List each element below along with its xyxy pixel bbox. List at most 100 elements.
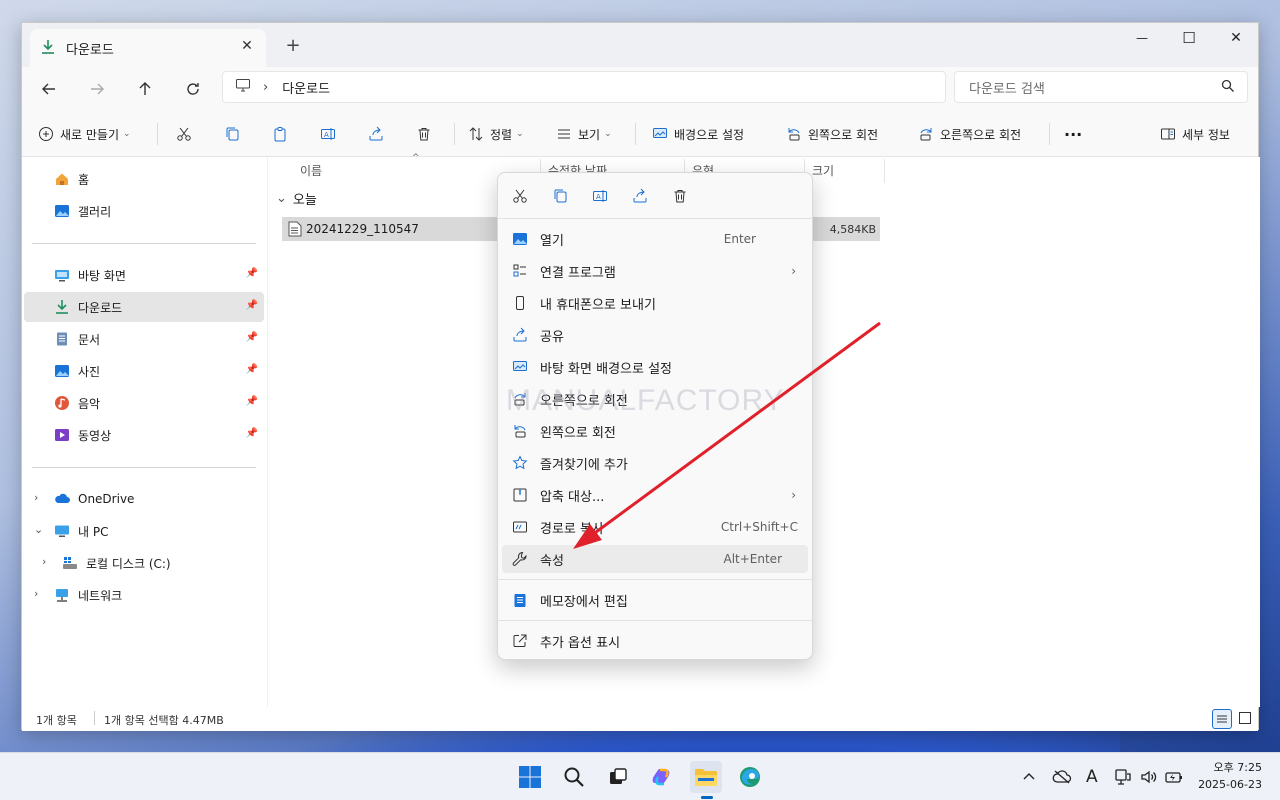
file-explorer-taskbar-button[interactable] bbox=[690, 761, 722, 799]
pin-icon[interactable]: 📌 bbox=[246, 428, 258, 439]
pin-icon[interactable]: 📌 bbox=[246, 300, 258, 311]
sidebar-item-documents[interactable]: 문서 📌 bbox=[24, 324, 264, 354]
menu-item-show-more-options[interactable]: 추가 옵션 표시 bbox=[502, 627, 808, 655]
sidebar-item-network[interactable]: › 네트워크 bbox=[24, 580, 264, 610]
menu-item-compress-to[interactable]: 압축 대상... › bbox=[502, 481, 808, 509]
rename-button[interactable]: A bbox=[588, 185, 612, 207]
back-arrow-icon bbox=[42, 83, 55, 95]
rename-button[interactable]: A bbox=[320, 119, 336, 149]
volume-tray-icon[interactable] bbox=[1140, 767, 1158, 787]
edge-button[interactable] bbox=[734, 761, 766, 793]
speaker-icon bbox=[1141, 770, 1157, 784]
menu-item-properties[interactable]: 속성 Alt+Enter bbox=[502, 545, 808, 573]
chevron-right-icon[interactable]: › bbox=[34, 491, 38, 504]
trash-icon bbox=[418, 128, 430, 141]
new-button-label: 새로 만들기 bbox=[60, 127, 120, 142]
battery-tray-icon[interactable] bbox=[1164, 767, 1184, 787]
share-button[interactable] bbox=[628, 185, 652, 207]
minimize-button[interactable]: — bbox=[1119, 23, 1165, 53]
copy-button[interactable] bbox=[548, 185, 572, 207]
more-options-button[interactable]: ··· bbox=[1064, 119, 1082, 149]
forward-button[interactable] bbox=[80, 75, 114, 103]
menu-item-share[interactable]: 공유 bbox=[502, 321, 808, 349]
delete-button[interactable] bbox=[668, 185, 692, 207]
new-tab-button[interactable]: + bbox=[282, 35, 304, 57]
external-link-icon bbox=[512, 633, 528, 649]
column-header-size[interactable]: 크기 bbox=[804, 157, 884, 183]
cut-button[interactable] bbox=[176, 119, 192, 149]
rename-icon: A bbox=[321, 128, 335, 140]
up-button[interactable] bbox=[128, 75, 162, 103]
start-button[interactable] bbox=[514, 761, 546, 793]
pin-icon[interactable]: 📌 bbox=[246, 332, 258, 343]
svg-text:A: A bbox=[324, 131, 329, 139]
sidebar-item-home[interactable]: 홈 bbox=[24, 164, 264, 194]
back-button[interactable] bbox=[32, 75, 66, 103]
delete-button[interactable] bbox=[416, 119, 432, 149]
chevron-right-icon[interactable]: › bbox=[42, 555, 46, 568]
rotate-right-button[interactable]: 오른쪽으로 회전 bbox=[918, 119, 1021, 149]
menu-item-add-to-favorites[interactable]: 즐겨찾기에 추가 bbox=[502, 449, 808, 477]
details-pane-button[interactable]: 세부 정보 bbox=[1160, 119, 1230, 149]
tab-downloads[interactable]: 다운로드 ✕ bbox=[30, 29, 266, 67]
refresh-button[interactable] bbox=[176, 75, 210, 103]
tab-close-icon[interactable]: ✕ bbox=[238, 38, 256, 56]
network-tray-icon[interactable] bbox=[1114, 767, 1132, 787]
menu-item-label: 압축 대상... bbox=[540, 489, 605, 505]
menu-item-set-desktop-background[interactable]: 바탕 화면 배경으로 설정 bbox=[502, 353, 808, 381]
pin-icon[interactable]: 📌 bbox=[246, 364, 258, 375]
input-method-indicator[interactable]: A bbox=[1086, 767, 1098, 787]
view-button[interactable]: 보기 ⌄ bbox=[556, 119, 612, 149]
details-view-icon bbox=[1217, 715, 1227, 723]
sidebar-item-gallery[interactable]: 갤러리 bbox=[24, 196, 264, 226]
pin-icon[interactable]: 📌 bbox=[246, 396, 258, 407]
task-view-button[interactable] bbox=[602, 761, 634, 793]
sidebar-item-downloads[interactable]: 다운로드 📌 bbox=[24, 292, 264, 322]
menu-item-open-with[interactable]: 연결 프로그램 › bbox=[502, 257, 808, 285]
close-button[interactable]: ✕ bbox=[1213, 23, 1259, 53]
apps-icon bbox=[512, 263, 528, 279]
set-background-button[interactable]: 배경으로 설정 bbox=[652, 119, 744, 149]
search-input[interactable]: 다운로드 검색 bbox=[954, 71, 1248, 103]
sidebar-item-desktop[interactable]: 바탕 화면 📌 bbox=[24, 260, 264, 290]
chevron-right-icon[interactable]: › bbox=[34, 587, 38, 600]
menu-item-copy-as-path[interactable]: 경로로 복사 Ctrl+Shift+C bbox=[502, 513, 808, 541]
cut-button[interactable] bbox=[508, 185, 532, 207]
menu-item-open[interactable]: 열기 Enter bbox=[502, 225, 808, 253]
onedrive-tray-icon[interactable] bbox=[1052, 767, 1072, 787]
share-button[interactable] bbox=[368, 119, 384, 149]
document-icon bbox=[54, 331, 70, 347]
column-separator[interactable] bbox=[884, 159, 885, 183]
menu-item-rotate-left[interactable]: 왼쪽으로 회전 bbox=[502, 417, 808, 445]
sidebar-item-local-disk[interactable]: › 로컬 디스크 (C:) bbox=[24, 548, 264, 578]
breadcrumb-current[interactable]: 다운로드 bbox=[282, 78, 330, 97]
path-box[interactable]: › 다운로드 bbox=[222, 71, 946, 103]
chevron-down-icon: ⌄ bbox=[516, 129, 524, 139]
details-view-button[interactable] bbox=[1212, 709, 1232, 729]
paste-button[interactable] bbox=[272, 119, 288, 149]
menu-item-edit-in-notepad[interactable]: 메모장에서 편집 bbox=[502, 586, 808, 614]
ethernet-icon bbox=[1115, 769, 1131, 785]
search-button[interactable] bbox=[558, 761, 590, 793]
copilot-button[interactable] bbox=[646, 761, 678, 793]
copy-icon bbox=[554, 189, 567, 203]
sort-button[interactable]: 정렬 ⌄ bbox=[468, 119, 524, 149]
copy-button[interactable] bbox=[224, 119, 240, 149]
tiles-view-button[interactable] bbox=[1238, 711, 1252, 728]
maximize-button[interactable]: ☐ bbox=[1166, 23, 1212, 53]
chevron-right-icon: › bbox=[791, 264, 796, 278]
sidebar-item-onedrive[interactable]: › OneDrive bbox=[24, 484, 264, 514]
new-button[interactable]: 새로 만들기 ⌄ bbox=[38, 119, 131, 149]
clock[interactable]: 오후 7:25 2025-06-23 bbox=[1198, 759, 1262, 793]
image-icon bbox=[512, 231, 528, 247]
menu-item-send-to-phone[interactable]: 내 휴대폰으로 보내기 bbox=[502, 289, 808, 317]
group-header-today[interactable]: ⌄ 오늘 bbox=[276, 189, 317, 208]
sidebar-item-pictures[interactable]: 사진 📌 bbox=[24, 356, 264, 386]
sidebar-item-this-pc[interactable]: ⌄ 내 PC bbox=[24, 516, 264, 546]
sidebar-item-music[interactable]: 음악 📌 bbox=[24, 388, 264, 418]
sidebar-item-videos[interactable]: 동영상 📌 bbox=[24, 420, 264, 450]
rotate-left-button[interactable]: 왼쪽으로 회전 bbox=[786, 119, 878, 149]
chevron-down-icon[interactable]: ⌄ bbox=[34, 523, 43, 536]
pin-icon[interactable]: 📌 bbox=[246, 268, 258, 279]
show-hidden-icons-button[interactable] bbox=[1022, 767, 1036, 787]
